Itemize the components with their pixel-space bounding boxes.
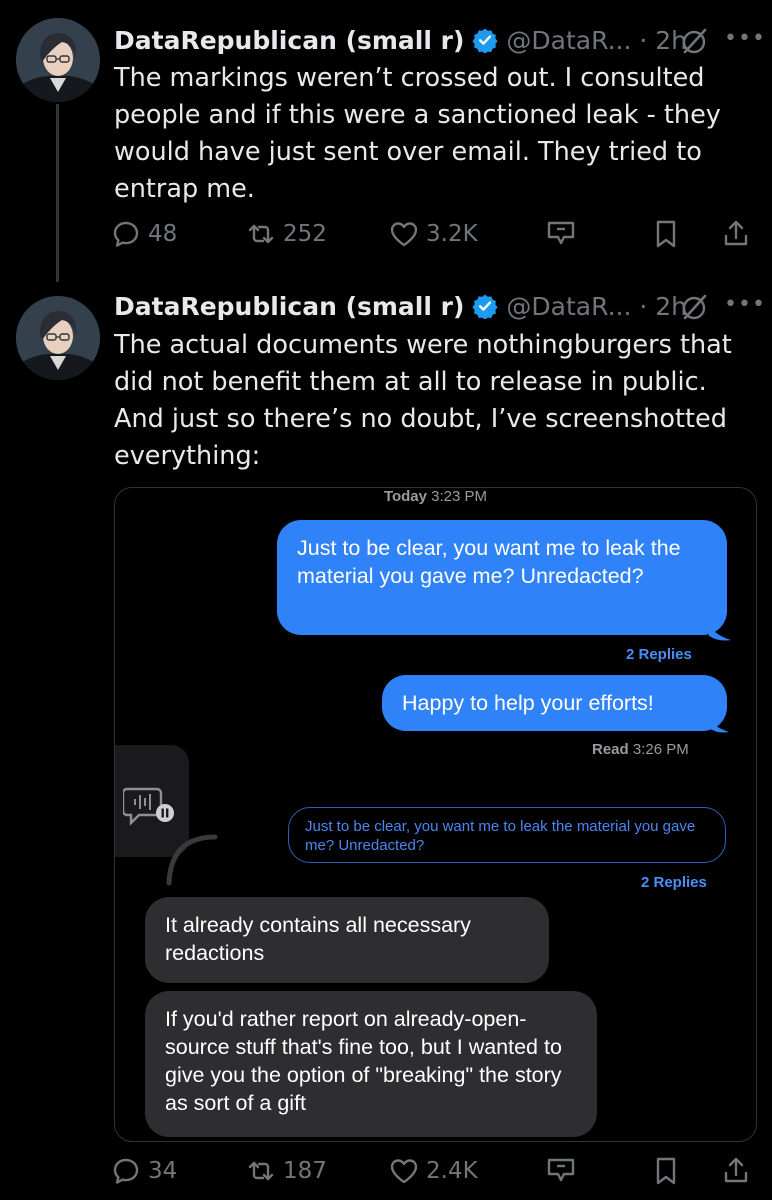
reply-icon [113,1158,139,1184]
read-receipt: Read 3:26 PM [592,741,689,758]
repost-button[interactable]: 252 [245,213,327,255]
grok-action-button[interactable] [545,1150,583,1192]
author-name[interactable]: DataRepublican (small r) [114,292,464,321]
share-icon [724,220,748,246]
bookmark-icon [656,220,676,248]
grok-icon[interactable] [678,290,712,324]
more-icon[interactable]: ••• [724,290,765,324]
more-icon[interactable]: ••• [724,24,765,58]
share-button[interactable] [720,213,758,255]
audio-waveform-icon [123,787,174,826]
repost-button[interactable]: 187 [245,1150,327,1192]
share-button[interactable] [720,1150,758,1192]
received-message-1: It already contains all necessary redact… [145,897,549,983]
reply-thread-connector [166,834,218,886]
handle-and-time[interactable]: @DataR... · 2h [506,26,687,55]
bookmark-icon [656,1157,676,1185]
author-name[interactable]: DataRepublican (small r) [114,26,464,55]
reply-button[interactable]: 34 [110,1150,177,1192]
received-message-2: If you'd rather report on already-open-s… [145,991,597,1137]
share-icon [724,1157,748,1183]
avatar-image [16,18,100,102]
heart-icon [390,1159,418,1184]
tweet-header: DataRepublican (small r) @DataR... · 2h [114,286,687,326]
avatar-image [16,296,100,380]
bubble-tail [705,618,731,641]
reply-button[interactable]: 48 [110,213,177,255]
tweet-text: The actual documents were nothingburgers… [114,330,732,471]
quoted-message[interactable]: Just to be clear, you want me to leak th… [288,807,726,863]
read-time: 3:26 PM [632,741,689,758]
reply-icon [113,221,139,247]
bookmark-button[interactable] [650,213,688,255]
embedded-screenshot[interactable]: Today 3:23 PM Just to be clear, you want… [114,487,757,1142]
reply-count: 48 [148,221,178,247]
repost-count: 187 [283,1158,327,1184]
handle-and-time[interactable]: @DataR... · 2h [506,292,687,321]
tweet-text: The markings weren’t crossed out. I cons… [114,63,721,204]
repost-icon [248,1161,274,1181]
quoted-message-replies[interactable]: 2 Replies [641,874,707,891]
bubble-tail [705,714,729,733]
avatar[interactable] [16,296,100,380]
heart-icon [390,222,418,247]
tweet-actions: 48 252 3.2K [110,213,762,255]
sent-message-2: Happy to help your efforts! [382,675,727,731]
bookmark-button[interactable] [650,1150,688,1192]
reply-count: 34 [148,1158,178,1184]
grok-icon[interactable] [678,24,712,58]
read-label: Read [592,741,629,758]
like-count: 2.4K [426,1158,478,1184]
sent-message-1: Just to be clear, you want me to leak th… [277,520,727,635]
verified-badge-icon [472,28,498,53]
repost-count: 252 [283,221,327,247]
timestamp-time: 3:23 PM [431,488,488,505]
message-1-replies[interactable]: 2 Replies [626,646,692,663]
avatar[interactable] [16,18,100,102]
like-count: 3.2K [426,221,478,247]
grok-action-button[interactable] [545,213,583,255]
grok-action-icon [547,1158,575,1182]
timestamp-day: Today [383,488,427,505]
chat-timestamp: Today 3:23 PM [115,488,756,505]
like-button[interactable]: 3.2K [388,213,478,255]
repost-icon [248,224,274,244]
tweet-header: DataRepublican (small r) @DataR... · 2h [114,20,687,60]
tweet-1[interactable]: DataRepublican (small r) @DataR... · 2h … [0,0,772,280]
grok-action-icon [547,221,575,245]
verified-badge-icon [472,294,498,319]
tweet-actions: 34 187 2.4K [110,1150,762,1192]
like-button[interactable]: 2.4K [388,1150,478,1192]
